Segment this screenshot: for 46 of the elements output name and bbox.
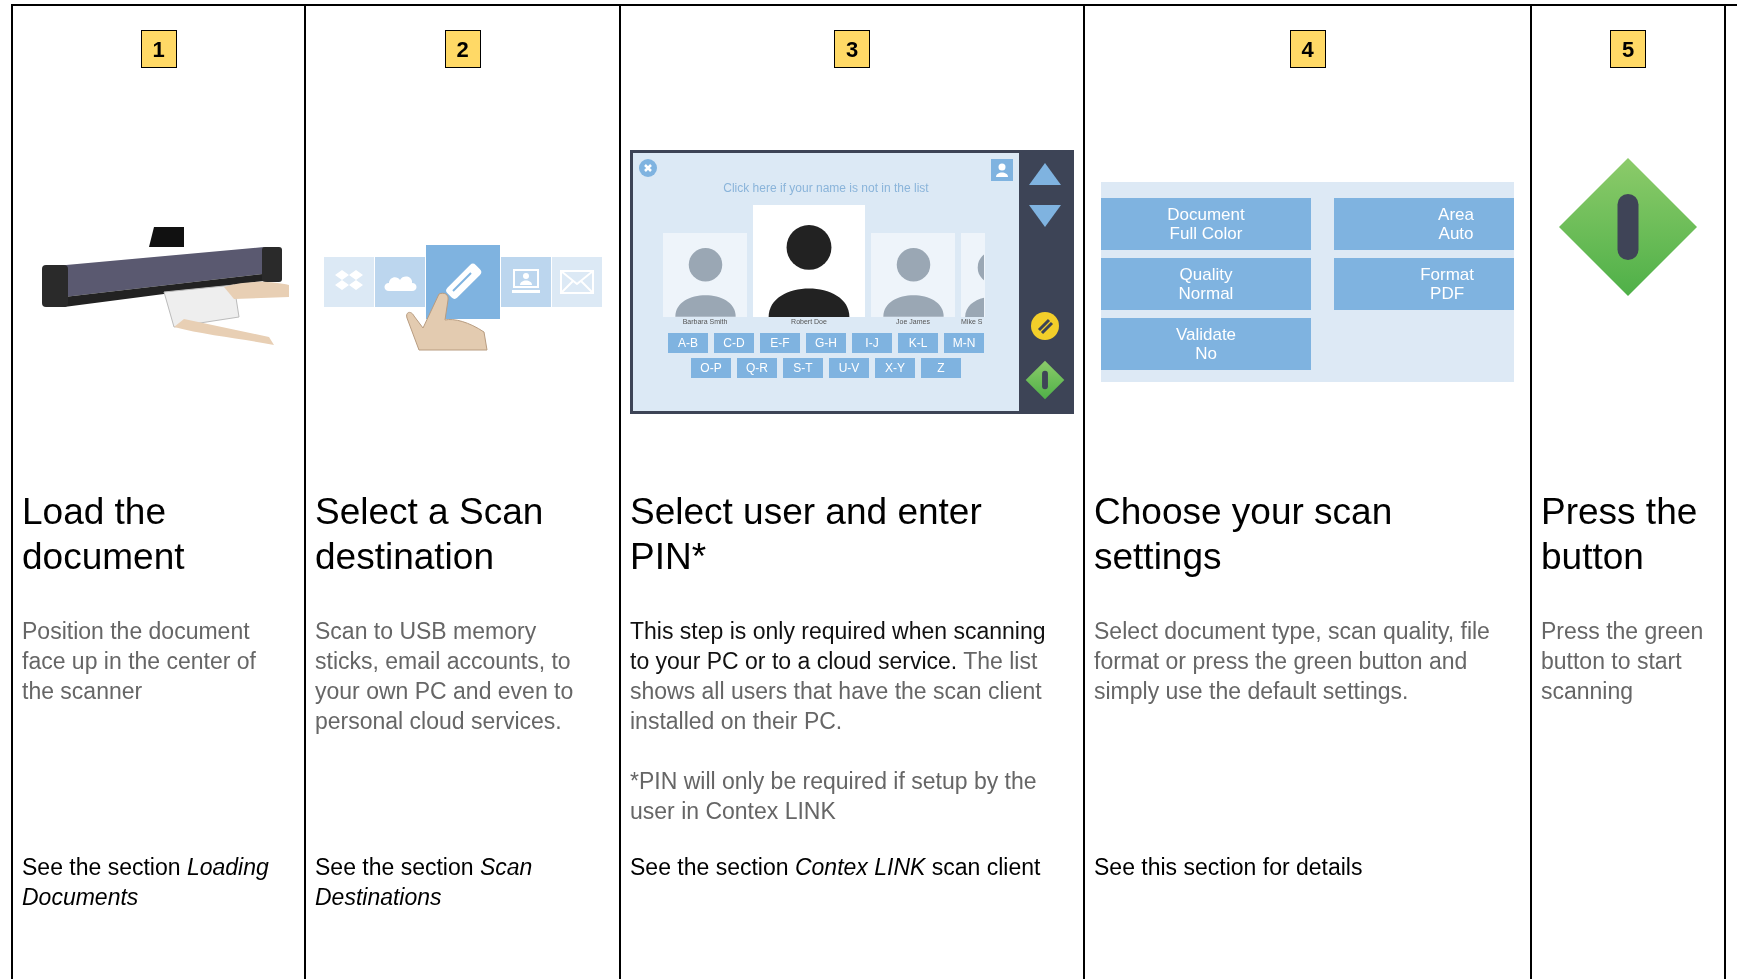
pencil-button-icon[interactable]	[1030, 311, 1060, 341]
see-section-reference: See the section Contex LINK scan client	[630, 853, 1042, 882]
user-avatar[interactable]	[753, 205, 865, 317]
step-title: Select a Scan destination	[315, 490, 545, 579]
step-title: Press the button	[1541, 490, 1699, 579]
letter-filter-button[interactable]: X-Y	[875, 358, 915, 378]
letter-filter-button[interactable]: A-B	[668, 333, 708, 353]
setting-button[interactable]: Validate No	[1101, 318, 1311, 370]
letter-filter-button[interactable]: C-D	[714, 333, 754, 353]
letter-filter-button[interactable]: M-N	[944, 333, 984, 353]
step-title: Select user and enter PIN*	[630, 490, 983, 579]
letter-filter-button[interactable]: G-H	[806, 333, 846, 353]
mail-icon	[559, 270, 594, 294]
setting-button[interactable]: Document Full Color	[1101, 198, 1311, 250]
setting-button[interactable]: Area Auto	[1334, 198, 1514, 250]
step-number: 2	[444, 30, 481, 68]
setting-button[interactable]: Format PDF	[1334, 258, 1514, 310]
letter-filter-button[interactable]: S-T	[783, 358, 823, 378]
scroll-down-icon[interactable]	[1029, 205, 1061, 227]
letter-filter-button[interactable]: O-P	[691, 358, 731, 378]
computer-icon	[510, 268, 541, 296]
step-title: Load the document	[22, 490, 186, 579]
step-number: 3	[834, 30, 870, 68]
see-section-reference: See this section for details	[1094, 853, 1364, 882]
see-section-reference: See the section Scan Destinations	[315, 853, 534, 912]
step-description: *PIN will only be required if setup by the user in Contex LINK	[630, 767, 1038, 826]
step-description: Scan to USB memory sticks, email accounts, to your own PC and even to personal cloud services.	[315, 617, 575, 736]
step-number: 4	[1289, 30, 1326, 68]
step-title: Choose your scan settings	[1094, 490, 1394, 579]
letter-filter-button[interactable]: U-V	[829, 358, 869, 378]
name-prompt-link[interactable]: Click here if your name is not in the list	[723, 179, 929, 197]
scroll-up-icon[interactable]	[1029, 163, 1061, 185]
letter-filter-button[interactable]: Z	[921, 358, 961, 378]
step-description: Position the document face up in the center of the scanner	[22, 617, 257, 706]
step-number: 1	[140, 30, 177, 68]
letter-filter-button[interactable]: E-F	[760, 333, 800, 353]
letter-filter-button[interactable]: I-J	[852, 333, 892, 353]
step-description: Press the green button to start scanning	[1541, 617, 1705, 706]
step-description: This step is only required when scanning to your PC or to a cloud service. The list shows all users that have the scan client installed on their PC.	[630, 617, 1047, 736]
letter-filter-button[interactable]: Q-R	[737, 358, 777, 378]
step-description: Select document type, scan quality, file format or press the green button and simply use the default settings.	[1094, 617, 1491, 706]
see-section-reference: See the section Loading Documents	[22, 853, 270, 912]
start-button-icon[interactable]	[1024, 359, 1066, 401]
setting-button[interactable]: Quality Normal	[1101, 258, 1311, 310]
step-number: 5	[1610, 30, 1646, 68]
letter-filter-button[interactable]: K-L	[898, 333, 938, 353]
